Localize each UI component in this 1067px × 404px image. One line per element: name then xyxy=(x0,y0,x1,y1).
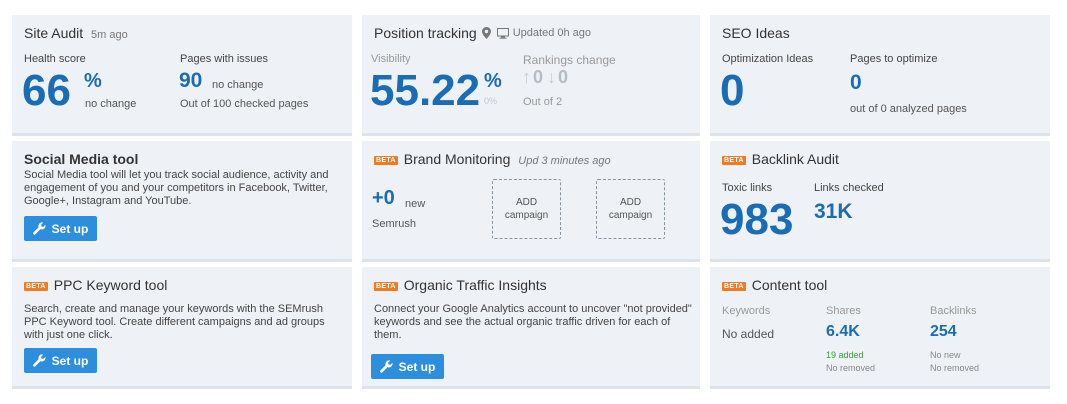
brand-monitoring-source: Semrush xyxy=(372,218,417,230)
social-media-setup-label: Set up xyxy=(51,221,89,236)
visibility-label: Visibility xyxy=(371,53,411,65)
wrench-icon xyxy=(379,360,393,373)
optimization-ideas-label: Optimization Ideas xyxy=(722,53,814,65)
health-score-value[interactable]: 66 xyxy=(22,67,71,115)
position-tracking-card[interactable]: Position tracking Updated 0h ago Visibil… xyxy=(362,15,700,136)
rankings-down-value: 0 xyxy=(558,67,569,87)
ppc-keyword-card[interactable]: BETA PPC Keyword tool Search, create and … xyxy=(12,267,352,389)
position-tracking-header: Position tracking Updated 0h ago xyxy=(374,25,688,41)
site-audit-card[interactable]: Site Audit 5m ago Health score 66 % no c… xyxy=(12,15,352,136)
rankings-change-sub: Out of 2 xyxy=(523,96,563,108)
seo-ideas-card[interactable]: SEO Ideas Optimization Ideas 0 Pages to … xyxy=(710,15,1050,136)
site-audit-header: Site Audit 5m ago xyxy=(24,25,340,41)
location-pin-icon xyxy=(481,27,491,39)
beta-badge: BETA xyxy=(722,156,746,165)
visibility-value[interactable]: 55.22 xyxy=(370,67,480,115)
backlink-audit-title[interactable]: Backlink Audit xyxy=(752,151,839,167)
beta-badge: BETA xyxy=(24,282,48,291)
rankings-up-value: 0 xyxy=(533,67,544,87)
organic-traffic-description: Connect your Google Analytics account to… xyxy=(374,303,692,341)
pages-to-optimize-label: Pages to optimize xyxy=(850,53,938,65)
ppc-keyword-setup-button[interactable]: Set up xyxy=(24,348,97,373)
organic-traffic-header: BETA Organic Traffic Insights xyxy=(374,277,688,293)
pages-with-issues-value[interactable]: 90 xyxy=(179,69,202,93)
add-campaign-label-1: ADD xyxy=(515,197,538,208)
position-tracking-updated: Updated 0h ago xyxy=(512,27,592,39)
pages-with-issues-sub: Out of 100 checked pages xyxy=(180,98,309,110)
pages-with-issues-label: Pages with issues xyxy=(180,53,269,65)
content-backlinks-new: No new xyxy=(930,350,961,360)
add-campaign-label-2: ADD xyxy=(619,197,642,208)
social-media-setup-button[interactable]: Set up xyxy=(24,216,97,241)
ppc-keyword-setup-label: Set up xyxy=(51,353,89,368)
backlink-audit-header: BETA Backlink Audit xyxy=(722,151,1038,167)
content-backlinks-label: Backlinks xyxy=(930,305,977,317)
beta-badge: BETA xyxy=(374,156,398,165)
ppc-keyword-header: BETA PPC Keyword tool xyxy=(24,277,340,293)
content-tool-header: BETA Content tool xyxy=(722,277,1038,293)
brand-monitoring-title[interactable]: Brand Monitoring xyxy=(404,151,511,167)
social-media-description: Social Media tool will let you track soc… xyxy=(24,169,329,207)
health-score-label: Health score xyxy=(24,53,86,65)
social-media-title[interactable]: Social Media tool xyxy=(24,151,340,167)
content-shares-label: Shares xyxy=(826,305,861,317)
ppc-keyword-title[interactable]: PPC Keyword tool xyxy=(54,277,168,293)
brand-monitoring-count[interactable]: +0 xyxy=(372,187,395,210)
visibility-change: 0% xyxy=(484,96,498,106)
site-audit-timestamp: 5m ago xyxy=(91,29,128,41)
beta-badge: BETA xyxy=(722,282,746,291)
pages-to-optimize-sub: out of 0 analyzed pages xyxy=(850,103,967,115)
ppc-keyword-description: Search, create and manage your keywords … xyxy=(24,303,325,341)
toxic-links-value[interactable]: 983 xyxy=(720,196,793,244)
site-audit-title[interactable]: Site Audit xyxy=(24,25,83,41)
content-tool-card[interactable]: BETA Content tool Keywords No added Share… xyxy=(710,267,1050,389)
content-tool-title[interactable]: Content tool xyxy=(752,277,828,293)
seo-ideas-title[interactable]: SEO Ideas xyxy=(722,25,1038,41)
brand-monitoring-header: BETA Brand Monitoring Upd 3 minutes ago xyxy=(374,151,688,167)
brand-monitoring-count-label: new xyxy=(405,198,426,210)
social-media-card[interactable]: Social Media tool Social Media tool will… xyxy=(12,141,352,262)
content-shares-removed: No removed xyxy=(826,363,876,373)
organic-traffic-card[interactable]: BETA Organic Traffic Insights Connect you… xyxy=(362,267,700,389)
content-keywords-label: Keywords xyxy=(722,305,771,317)
organic-traffic-setup-label: Set up xyxy=(398,359,436,374)
brand-monitoring-card[interactable]: BETA Brand Monitoring Upd 3 minutes ago +… xyxy=(362,141,700,262)
add-campaign-button-2[interactable]: ADD campaign xyxy=(596,179,665,239)
wrench-icon xyxy=(32,222,46,235)
pages-to-optimize-value[interactable]: 0 xyxy=(850,71,862,95)
beta-badge: BETA xyxy=(374,282,398,291)
brand-monitoring-updated: Upd 3 minutes ago xyxy=(518,155,611,167)
health-score-unit: % xyxy=(84,70,102,92)
optimization-ideas-value[interactable]: 0 xyxy=(720,67,744,115)
add-campaign-button-1[interactable]: ADD campaign xyxy=(492,179,561,239)
content-backlinks-removed: No removed xyxy=(930,363,980,373)
pages-with-issues-change: no change xyxy=(212,79,264,91)
arrow-down-icon: ↓ xyxy=(547,67,557,87)
desktop-icon xyxy=(496,27,509,39)
rankings-change-label: Rankings change xyxy=(523,53,616,67)
content-keywords-value: No added xyxy=(722,327,775,341)
content-backlinks-value[interactable]: 254 xyxy=(930,323,957,341)
organic-traffic-title[interactable]: Organic Traffic Insights xyxy=(404,277,547,293)
organic-traffic-setup-button[interactable]: Set up xyxy=(371,354,444,379)
health-score-change: no change xyxy=(85,98,137,110)
wrench-icon xyxy=(32,354,46,367)
content-shares-value[interactable]: 6.4K xyxy=(826,323,860,341)
toxic-links-label: Toxic links xyxy=(722,182,773,194)
add-campaign-sub-2: campaign xyxy=(608,210,653,221)
links-checked-value[interactable]: 31K xyxy=(814,200,853,224)
add-campaign-sub-1: campaign xyxy=(504,210,549,221)
rankings-change-values: ↑ 0 ↓ 0 xyxy=(522,67,568,88)
position-tracking-title[interactable]: Position tracking xyxy=(374,25,477,41)
visibility-unit: % xyxy=(484,70,502,92)
content-shares-added: 19 added xyxy=(826,350,864,360)
links-checked-label: Links checked xyxy=(814,182,884,194)
arrow-up-icon: ↑ xyxy=(522,67,531,87)
backlink-audit-card[interactable]: BETA Backlink Audit Toxic links 983 Links… xyxy=(710,141,1050,262)
